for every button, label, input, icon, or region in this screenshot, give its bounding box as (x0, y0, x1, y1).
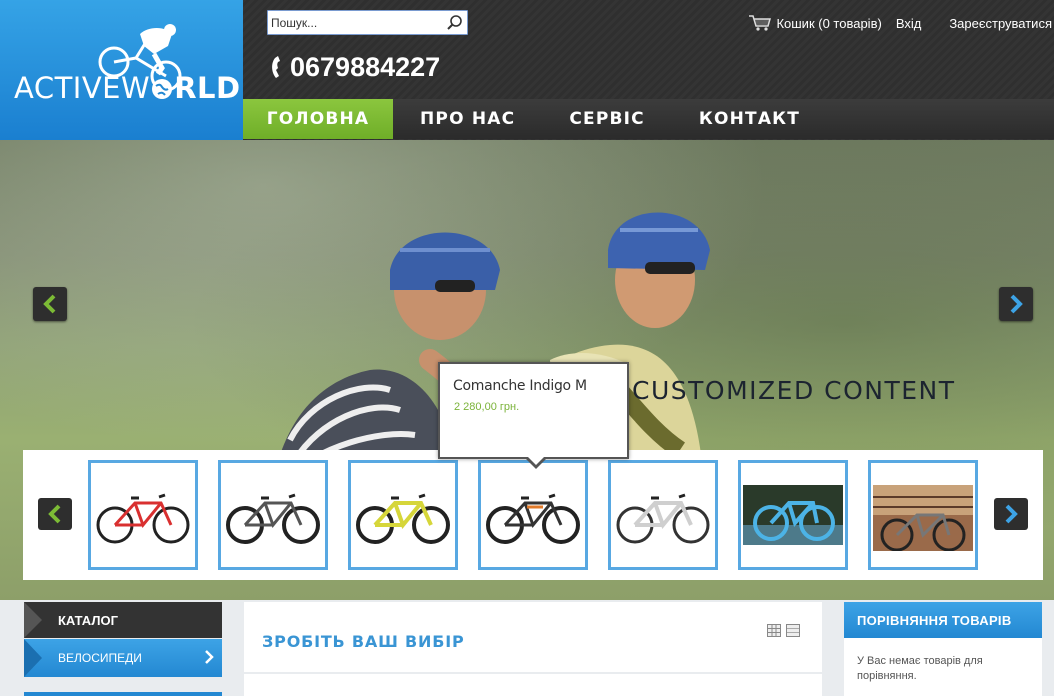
slider-prev-button[interactable] (33, 287, 67, 321)
product-thumb[interactable] (218, 460, 328, 570)
phone-icon (272, 55, 280, 78)
bike-image (356, 493, 450, 544)
chevron-right-icon (205, 650, 214, 664)
catalog-item-partial (24, 692, 222, 696)
bike-photo (743, 485, 843, 545)
search-box (267, 10, 468, 35)
product-list-area (244, 674, 822, 696)
search-icon[interactable] (446, 14, 464, 32)
phone-number: 0679884227 (268, 52, 440, 83)
search-input[interactable] (271, 14, 441, 31)
bike-image (616, 493, 710, 544)
compare-heading: ПОРІВНЯННЯ ТОВАРІВ (844, 602, 1042, 647)
nav-item-contact[interactable]: КОНТАКТ (672, 99, 827, 139)
cart-icon (749, 15, 772, 31)
nav-item-home[interactable]: ГОЛОВНА (243, 99, 393, 139)
site-logo[interactable]: ACTIVEW RLD (0, 0, 243, 140)
grid-view-icon[interactable] (767, 624, 781, 637)
catalog-heading-text: КАТАЛОГ (58, 612, 118, 628)
nav-item-service[interactable]: СЕРВІС (542, 99, 672, 139)
catalog-item-label: ВЕЛОСИПЕДИ (58, 651, 142, 665)
product-thumb[interactable] (348, 460, 458, 570)
bike-image (226, 493, 320, 544)
product-tooltip: Comanche Indigo M 2 280,00 грн. (438, 362, 629, 469)
cart-label: Кошик (0 товарів) (776, 15, 882, 31)
phone-number-text: 0679884227 (290, 52, 441, 82)
chevron-right-icon (1005, 504, 1018, 524)
main-nav: ГОЛОВНА ПРО НАС СЕРВІС КОНТАКТ (243, 99, 1054, 139)
login-link[interactable]: Вхід (896, 16, 922, 31)
site-header: ACTIVEWRLD 0679884227 Кошик (0 товарів) … (0, 0, 1054, 140)
tooltip-pointer (526, 457, 546, 469)
nav-item-about[interactable]: ПРО НАС (393, 99, 542, 139)
chevron-left-icon (48, 504, 61, 524)
carousel-next-button[interactable] (994, 498, 1028, 530)
chevron-decoration-icon (24, 602, 42, 638)
register-link[interactable]: Зареєструватися (949, 16, 1052, 31)
product-thumb-selected[interactable] (478, 460, 588, 570)
bike-image (96, 493, 190, 544)
cart-link[interactable]: Кошик (0 товарів) (748, 14, 882, 32)
compare-panel: У Вас немає товарів для порівняння. (844, 638, 1042, 696)
product-thumb[interactable] (608, 460, 718, 570)
chevron-right-icon (1010, 294, 1023, 314)
slider-next-button[interactable] (999, 287, 1033, 321)
chevron-left-icon (43, 294, 56, 314)
bike-photo (873, 485, 973, 551)
globe-icon (152, 79, 173, 99)
compare-empty-text: У Вас немає товарів для порівняння. (857, 655, 983, 682)
user-links: Кошик (0 товарів) Вхід Зареєструватися (748, 14, 1052, 32)
product-carousel (23, 450, 1043, 580)
list-view-icon[interactable] (786, 624, 800, 637)
product-thumb[interactable] (868, 460, 978, 570)
product-thumb[interactable] (738, 460, 848, 570)
tooltip-product-name: Comanche Indigo M (453, 378, 587, 394)
compare-heading-text: ПОРІВНЯННЯ ТОВАРІВ (857, 612, 1012, 628)
page-title: ЗРОБІТЬ ВАШ ВИБІР (262, 632, 465, 651)
main-content-header: ЗРОБІТЬ ВАШ ВИБІР (244, 602, 822, 672)
chevron-decoration-icon (24, 639, 42, 677)
hero-slider: CUSTOMIZED CONTENT Comanche Indigo M 2 2… (0, 140, 1054, 600)
tooltip-product-price: 2 280,00 грн. (454, 401, 520, 413)
catalog-heading: КАТАЛОГ (24, 602, 222, 638)
product-thumb[interactable] (88, 460, 198, 570)
bike-image (486, 493, 580, 544)
slide-caption: CUSTOMIZED CONTENT (632, 376, 956, 405)
carousel-prev-button[interactable] (38, 498, 72, 530)
logo-text: ACTIVEW RLD (14, 71, 241, 105)
catalog-item-bicycles[interactable]: ВЕЛОСИПЕДИ (24, 639, 222, 677)
